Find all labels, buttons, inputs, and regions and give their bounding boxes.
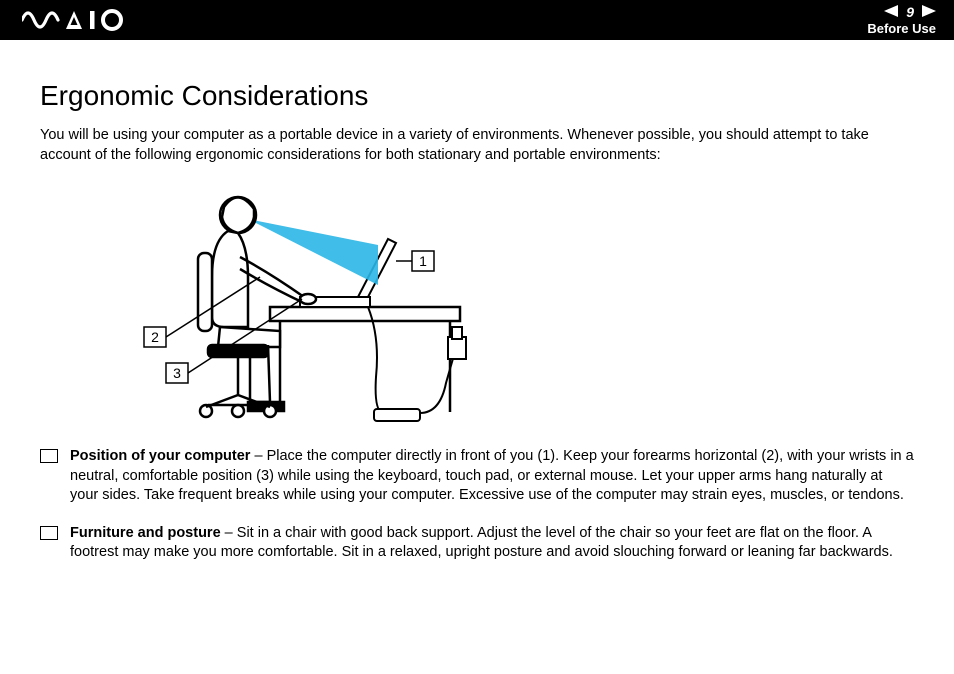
diagram-label-2: 2 (151, 329, 159, 345)
page-content: Ergonomic Considerations You will be usi… (0, 40, 954, 601)
bullet-marker-icon (40, 526, 58, 540)
ergonomics-diagram: 1 2 3 (120, 177, 480, 437)
section-label: Before Use (867, 22, 936, 36)
page-number: 9 (906, 5, 914, 20)
prev-page-arrow[interactable] (884, 4, 898, 22)
bullet-list: Position of your computer – Place the co… (40, 447, 914, 563)
diagram-label-3: 3 (173, 365, 181, 381)
bullet-item: Position of your computer – Place the co… (40, 447, 914, 506)
bullet-title: Furniture and posture (70, 525, 221, 541)
vaio-logo-svg (22, 9, 126, 31)
header-nav: 9 Before Use (867, 4, 936, 36)
vaio-logo (22, 9, 126, 31)
page-title: Ergonomic Considerations (40, 80, 914, 112)
bullet-marker-icon (40, 449, 58, 463)
diagram-label-1: 1 (419, 253, 427, 269)
header-bar: 9 Before Use (0, 0, 954, 40)
bullet-item: Furniture and posture – Sit in a chair w… (40, 524, 914, 563)
bullet-title: Position of your computer (70, 448, 250, 464)
intro-paragraph: You will be using your computer as a por… (40, 126, 914, 165)
next-page-arrow[interactable] (922, 4, 936, 22)
